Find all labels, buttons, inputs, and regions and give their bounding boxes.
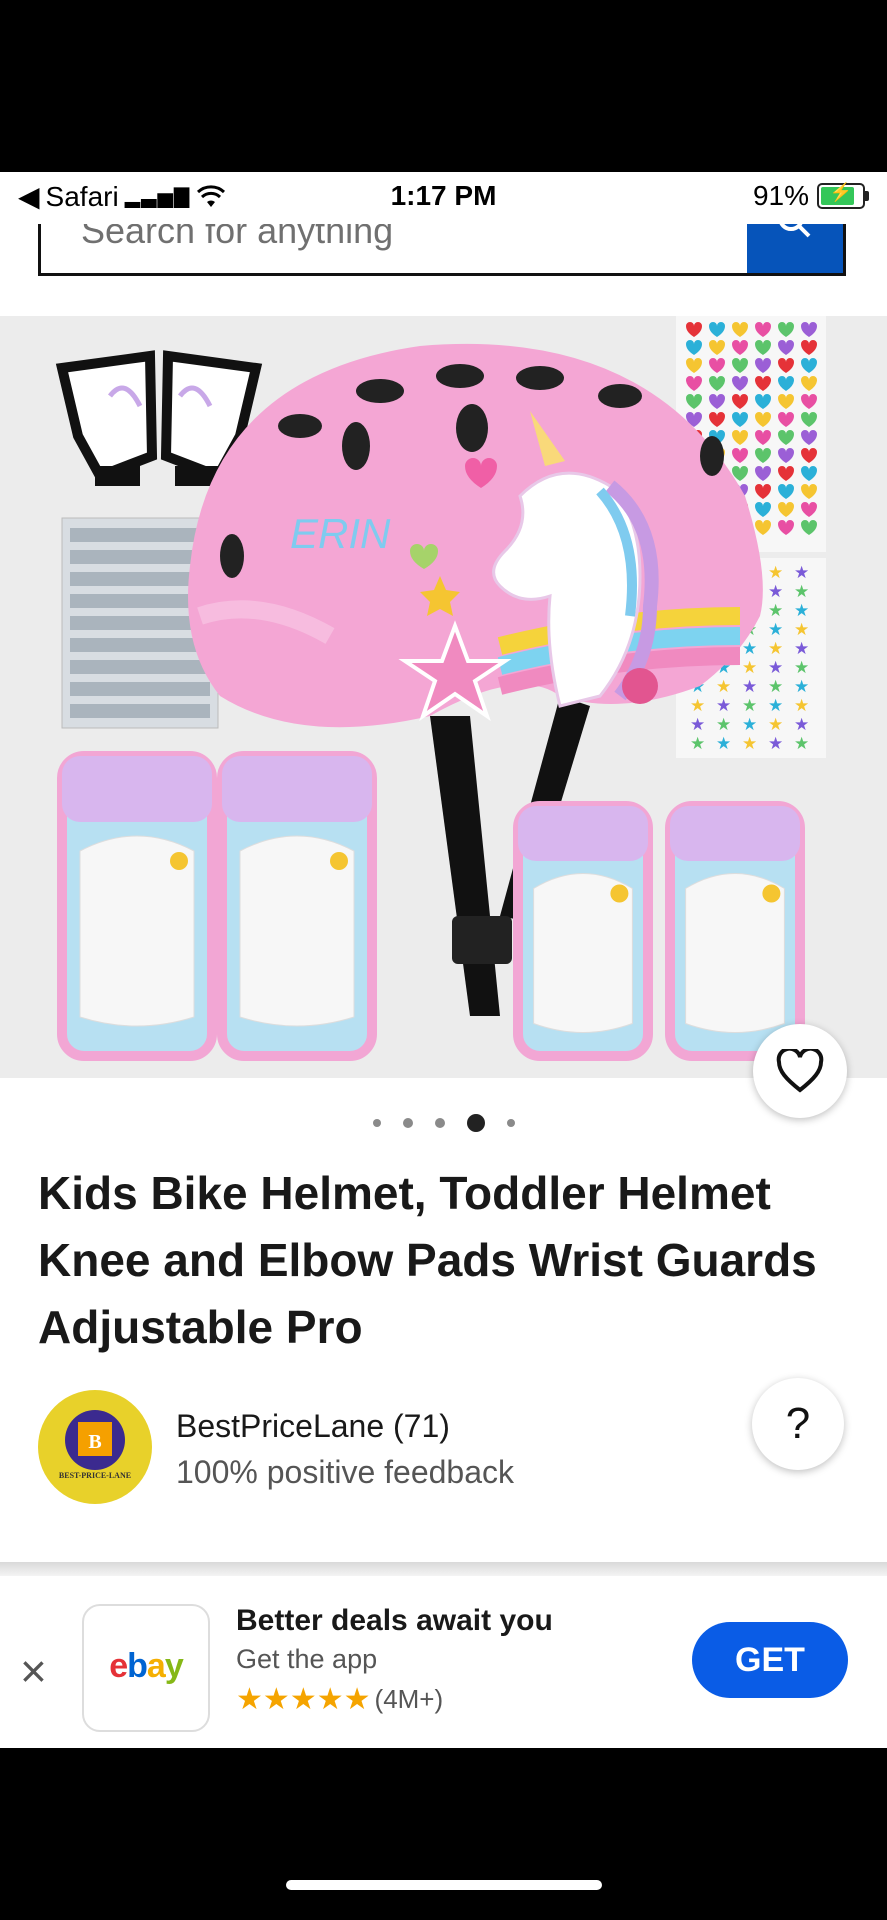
banner-title: Better deals await you xyxy=(236,1604,553,1637)
carousel-dot xyxy=(506,1119,515,1127)
heart-icon xyxy=(776,1049,824,1093)
star-sticker: ★ xyxy=(768,582,783,602)
star-sticker: ★ xyxy=(794,677,809,697)
image-carousel-dots xyxy=(0,1114,887,1132)
star-sticker: ★ xyxy=(794,582,809,602)
carousel-dot xyxy=(466,1114,485,1132)
banner-divider xyxy=(0,1562,887,1576)
close-banner-button[interactable]: × xyxy=(20,1648,47,1694)
letter-sticker-rows xyxy=(70,528,210,718)
seller-logo[interactable]: B BEST-PRICE-LANE xyxy=(38,1390,152,1504)
star-sticker: ★ xyxy=(716,715,731,735)
star-icon: ★ xyxy=(262,1683,290,1716)
rating-count: (4M+) xyxy=(374,1684,444,1714)
banner-subtitle: Get the app xyxy=(236,1644,378,1674)
battery-icon: ⚡ xyxy=(817,182,865,209)
charging-bolt-icon: ⚡ xyxy=(829,182,853,202)
star-sticker: ★ xyxy=(794,715,809,735)
app-install-banner: × ebay Better deals await you Get the ap… xyxy=(0,1576,887,1748)
svg-text:B: B xyxy=(88,1431,101,1453)
star-sticker: ★ xyxy=(742,715,757,735)
seller-logo-text: BEST-PRICE-LANE xyxy=(59,1471,131,1480)
protective-pad xyxy=(57,751,217,1061)
carousel-dot xyxy=(372,1119,381,1127)
help-button[interactable]: ? xyxy=(752,1378,844,1470)
battery-percent: 91% xyxy=(752,180,809,211)
protective-pad xyxy=(665,801,805,1061)
rating-stars: ★★★★★ xyxy=(236,1682,371,1717)
ebay-logo-letter: y xyxy=(164,1647,184,1685)
star-sticker: ★ xyxy=(768,639,783,659)
helmet-name-text: ERIN xyxy=(290,510,391,557)
knee-elbow-pads xyxy=(57,751,805,1061)
star-sticker: ★ xyxy=(716,677,731,697)
add-to-watchlist-button[interactable] xyxy=(753,1024,847,1118)
carousel-dot xyxy=(402,1118,413,1128)
star-sticker: ★ xyxy=(768,715,783,735)
screen: ◀ Safari ▂▃▅▇ 1:17 PM 91% ⚡ Search for a… xyxy=(0,172,887,1748)
ebay-logo-letter: a xyxy=(146,1647,166,1685)
protective-pad xyxy=(217,751,377,1061)
star-sticker: ★ xyxy=(768,601,783,621)
protective-pad xyxy=(513,801,653,1061)
star-sticker: ★ xyxy=(716,696,731,716)
top-black-bar xyxy=(0,0,887,172)
get-app-button[interactable]: GET xyxy=(692,1622,848,1698)
star-sticker: ★ xyxy=(742,658,757,678)
star-sticker: ★ xyxy=(768,677,783,697)
product-title: Kids Bike Helmet, Toddler Helmet Knee an… xyxy=(38,1167,817,1353)
helmet-strap xyxy=(430,716,500,1016)
star-sticker: ★ xyxy=(742,677,757,697)
product-image[interactable]: ★★★★★★★★★★★★★★★★★★★★★★★★★★★★★★★★★★★★★★★★… xyxy=(0,316,887,1078)
star-sticker: ★ xyxy=(690,696,705,716)
home-indicator xyxy=(286,1880,602,1890)
helmet-buckle xyxy=(452,916,512,964)
star-icon: ★ xyxy=(343,1683,371,1716)
star-sticker: ★ xyxy=(794,563,809,583)
battery-status: 91% ⚡ xyxy=(753,180,869,212)
star-sticker: ★ xyxy=(742,696,757,716)
seller-name[interactable]: BestPriceLane (71) xyxy=(176,1408,450,1445)
seller-info[interactable]: B BEST-PRICE-LANE BestPriceLane (71) 100… xyxy=(38,1390,848,1510)
app-rating: ★★★★★ (4M+) xyxy=(236,1682,443,1717)
rose-decal xyxy=(622,668,658,704)
status-bar: ◀ Safari ▂▃▅▇ 1:17 PM 91% ⚡ xyxy=(0,172,887,224)
star-sticker: ★ xyxy=(794,601,809,621)
star-sticker: ★ xyxy=(768,658,783,678)
star-sticker: ★ xyxy=(794,639,809,659)
star-sticker: ★ xyxy=(716,734,731,754)
carousel-dot xyxy=(434,1118,445,1128)
star-sticker: ★ xyxy=(794,696,809,716)
star-sticker: ★ xyxy=(794,620,809,640)
product-illustration: ★★★★★★★★★★★★★★★★★★★★★★★★★★★★★★★★★★★★★★★★… xyxy=(55,316,826,1061)
ebay-logo-letter: e xyxy=(109,1647,128,1685)
star-icon: ★ xyxy=(236,1683,263,1716)
battery-tip xyxy=(865,191,869,201)
star-icon: ★ xyxy=(316,1683,344,1716)
seller-logo-graphic: B BEST-PRICE-LANE xyxy=(59,1410,131,1480)
star-sticker: ★ xyxy=(742,734,757,754)
seller-feedback: 100% positive feedback xyxy=(176,1454,514,1490)
star-sticker: ★ xyxy=(768,563,783,583)
star-sticker: ★ xyxy=(690,734,705,754)
star-sticker: ★ xyxy=(768,696,783,716)
ebay-app-icon: ebay xyxy=(82,1604,210,1732)
star-icon: ★ xyxy=(289,1683,317,1716)
star-sticker: ★ xyxy=(690,715,705,735)
star-sticker: ★ xyxy=(794,734,809,754)
star-sticker: ★ xyxy=(768,620,783,640)
star-sticker: ★ xyxy=(742,639,757,659)
star-sticker: ★ xyxy=(768,734,783,754)
star-sticker: ★ xyxy=(794,658,809,678)
ebay-logo-letter: b xyxy=(127,1647,148,1685)
